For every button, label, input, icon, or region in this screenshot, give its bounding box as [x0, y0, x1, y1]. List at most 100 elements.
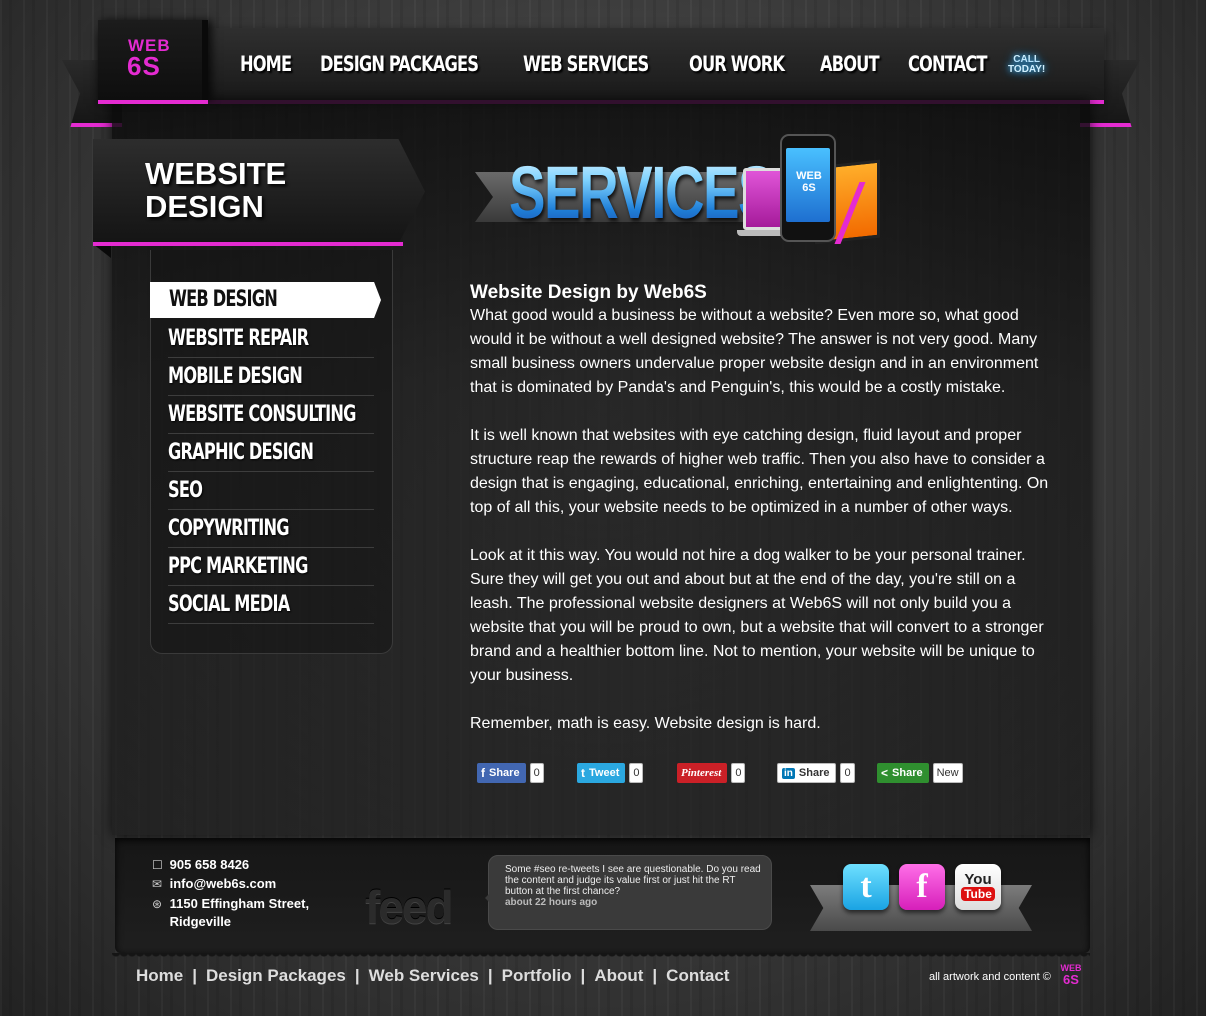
footer-nav-separator: |: [652, 966, 658, 985]
sidebar-item-ppc-marketing[interactable]: PPC MARKETING: [168, 548, 374, 586]
phone-icon: ☐: [152, 858, 163, 872]
footer-email[interactable]: ✉ info@web6s.com: [152, 876, 276, 891]
nav-web-services[interactable]: WEB SERVICES: [523, 52, 649, 76]
general-share-label: Share: [892, 767, 923, 779]
article-paragraph-2: It is well known that websites with eye …: [470, 427, 1049, 516]
sidebar-item-label: WEBSITE REPAIR: [168, 326, 309, 351]
page-title-accent-line: [93, 242, 403, 246]
twitter-icon[interactable]: t: [843, 864, 889, 910]
services-banner: SERVICES WEB 6S: [475, 130, 895, 260]
envelope-icon: ✉: [152, 877, 163, 891]
footer-nav-web-services[interactable]: Web Services: [369, 966, 479, 986]
pinterest-label: Pinterest: [681, 767, 722, 779]
sidebar-item-copywriting[interactable]: COPYWRITING: [168, 510, 374, 548]
footer-nav: Home | Design Packages | Web Services | Portfo…: [136, 966, 729, 986]
sidebar-item-label: PPC MARKETING: [168, 554, 308, 579]
footer-wave-divider: [112, 953, 1090, 961]
footer-nav-design-packages[interactable]: Design Packages: [206, 966, 346, 986]
footer-phone-number: 905 658 8426: [169, 857, 250, 872]
footer-nav-portfolio[interactable]: Portfolio: [502, 966, 572, 986]
page-title-ribbon-fold: [93, 244, 111, 258]
linkedin-icon: in: [782, 767, 795, 779]
footer-email-address[interactable]: info@web6s.com: [170, 876, 277, 891]
facebook-share-count: 0: [529, 763, 544, 783]
phone-device-icon: WEB 6S: [780, 134, 836, 242]
sidebar-item-label: COPYWRITING: [168, 516, 290, 541]
tweet-label: Tweet: [589, 767, 620, 779]
logo-text-6s: 6S: [127, 51, 161, 81]
footer-nav-separator: |: [487, 966, 493, 985]
footer-logo-line2: 6S: [1063, 972, 1079, 987]
copyright-text: all artwork and content ©: [929, 971, 1051, 983]
phone-screen-logo-line1: WEB: [796, 170, 822, 182]
pinterest-count: 0: [731, 763, 746, 783]
feed-tweet-time[interactable]: about 22 hours ago: [505, 897, 597, 908]
general-share-button[interactable]: < Share: [877, 763, 929, 783]
site-logo[interactable]: WEB 6S: [98, 20, 208, 104]
footer-nav-home[interactable]: Home: [136, 966, 183, 986]
footer-logo: WEB 6S: [1059, 964, 1083, 987]
pinterest-button[interactable]: Pinterest: [677, 763, 728, 783]
twitter-share[interactable]: t Tweet 0: [577, 763, 644, 783]
nav-home[interactable]: HOME: [240, 52, 292, 76]
footer-address-line2: Ridgeville: [169, 914, 232, 929]
sidebar-item-label: GRAPHIC DESIGN: [168, 440, 314, 465]
footer-nav-separator: |: [354, 966, 360, 985]
sidebar-item-social-media[interactable]: SOCIAL MEDIA: [168, 586, 374, 624]
article-paragraph-4: Remember, math is easy. Website design i…: [470, 715, 821, 732]
facebook-icon: f: [481, 766, 485, 780]
sidebar-item-label: WEBSITE CONSULTING: [168, 402, 356, 427]
facebook-share-label: Share: [489, 767, 520, 779]
sidebar-item-website-repair[interactable]: WEBSITE REPAIR: [168, 320, 374, 358]
footer-nav-separator: |: [580, 966, 586, 985]
article-paragraph-1: What good would a business be without a …: [470, 307, 1039, 396]
footer-address: ⊛ 1150 Effingham Street, Ridgeville: [152, 895, 309, 931]
page-title: WEBSITE DESIGN: [145, 157, 286, 223]
share-icon: <: [881, 766, 889, 780]
phone-screen-logo-line2: 6S: [802, 182, 816, 194]
linkedin-share-button[interactable]: in Share: [777, 763, 837, 783]
article-paragraph-3: Look at it this way. You would not hire …: [470, 547, 1044, 684]
facebook-share-button[interactable]: f Share: [477, 763, 526, 783]
footer-address-line1: 1150 Effingham Street,: [169, 896, 310, 911]
nav-about[interactable]: ABOUT: [820, 52, 880, 76]
sidebar-item-label: MOBILE DESIGN: [168, 364, 303, 389]
facebook-icon[interactable]: f: [899, 864, 945, 910]
tweet-button[interactable]: t Tweet: [577, 763, 626, 783]
linkedin-share[interactable]: in Share 0: [777, 763, 855, 783]
phone-screen-logo: WEB 6S: [794, 170, 824, 194]
sidebar-item-label: SEO: [168, 478, 203, 503]
footer-nav-contact[interactable]: Contact: [666, 966, 729, 986]
linkedin-share-count: 0: [840, 763, 855, 783]
sidebar-item-graphic-design[interactable]: GRAPHIC DESIGN: [168, 434, 374, 472]
sidebar-item-website-consulting[interactable]: WEBSITE CONSULTING: [168, 396, 374, 434]
nav-our-work[interactable]: OUR WORK: [689, 52, 785, 76]
nav-contact[interactable]: CONTACT: [908, 52, 987, 76]
tweet-count: 0: [629, 763, 644, 783]
linkedin-share-label: Share: [798, 767, 830, 779]
facebook-share[interactable]: f Share 0: [477, 763, 544, 783]
services-banner-title: SERVICES: [509, 151, 775, 234]
sidebar-item-mobile-design[interactable]: MOBILE DESIGN: [168, 358, 374, 396]
youtube-icon[interactable]: You Tube: [955, 864, 1001, 910]
sidebar-item-label: SOCIAL MEDIA: [168, 592, 290, 617]
general-share[interactable]: < Share New: [877, 763, 963, 783]
feed-tweet-text[interactable]: Some #seo re-tweets I see are questionab…: [505, 864, 763, 897]
pinterest-share[interactable]: Pinterest 0: [677, 763, 746, 783]
twitter-bird-icon: t: [581, 766, 585, 780]
general-share-count: New: [932, 763, 963, 783]
page-title-line2: DESIGN: [145, 189, 264, 224]
sidebar-item-web-design[interactable]: WEB DESIGN: [150, 282, 381, 318]
youtube-icon-you: You: [964, 871, 992, 888]
nav-design-packages[interactable]: DESIGN PACKAGES: [320, 52, 479, 76]
footer-nav-separator: |: [192, 966, 197, 985]
footer-nav-about[interactable]: About: [594, 966, 643, 986]
page-title-line1: WEBSITE: [145, 156, 287, 191]
article-title: Website Design by Web6S: [470, 282, 707, 303]
globe-icon: ⊛: [152, 897, 163, 911]
youtube-icon-tube: Tube: [961, 887, 995, 901]
sidebar-item-seo[interactable]: SEO: [168, 472, 374, 510]
feed-label: feed: [365, 881, 454, 933]
phone-screen: WEB 6S: [786, 148, 830, 222]
footer-phone: ☐ 905 658 8426: [152, 857, 249, 872]
